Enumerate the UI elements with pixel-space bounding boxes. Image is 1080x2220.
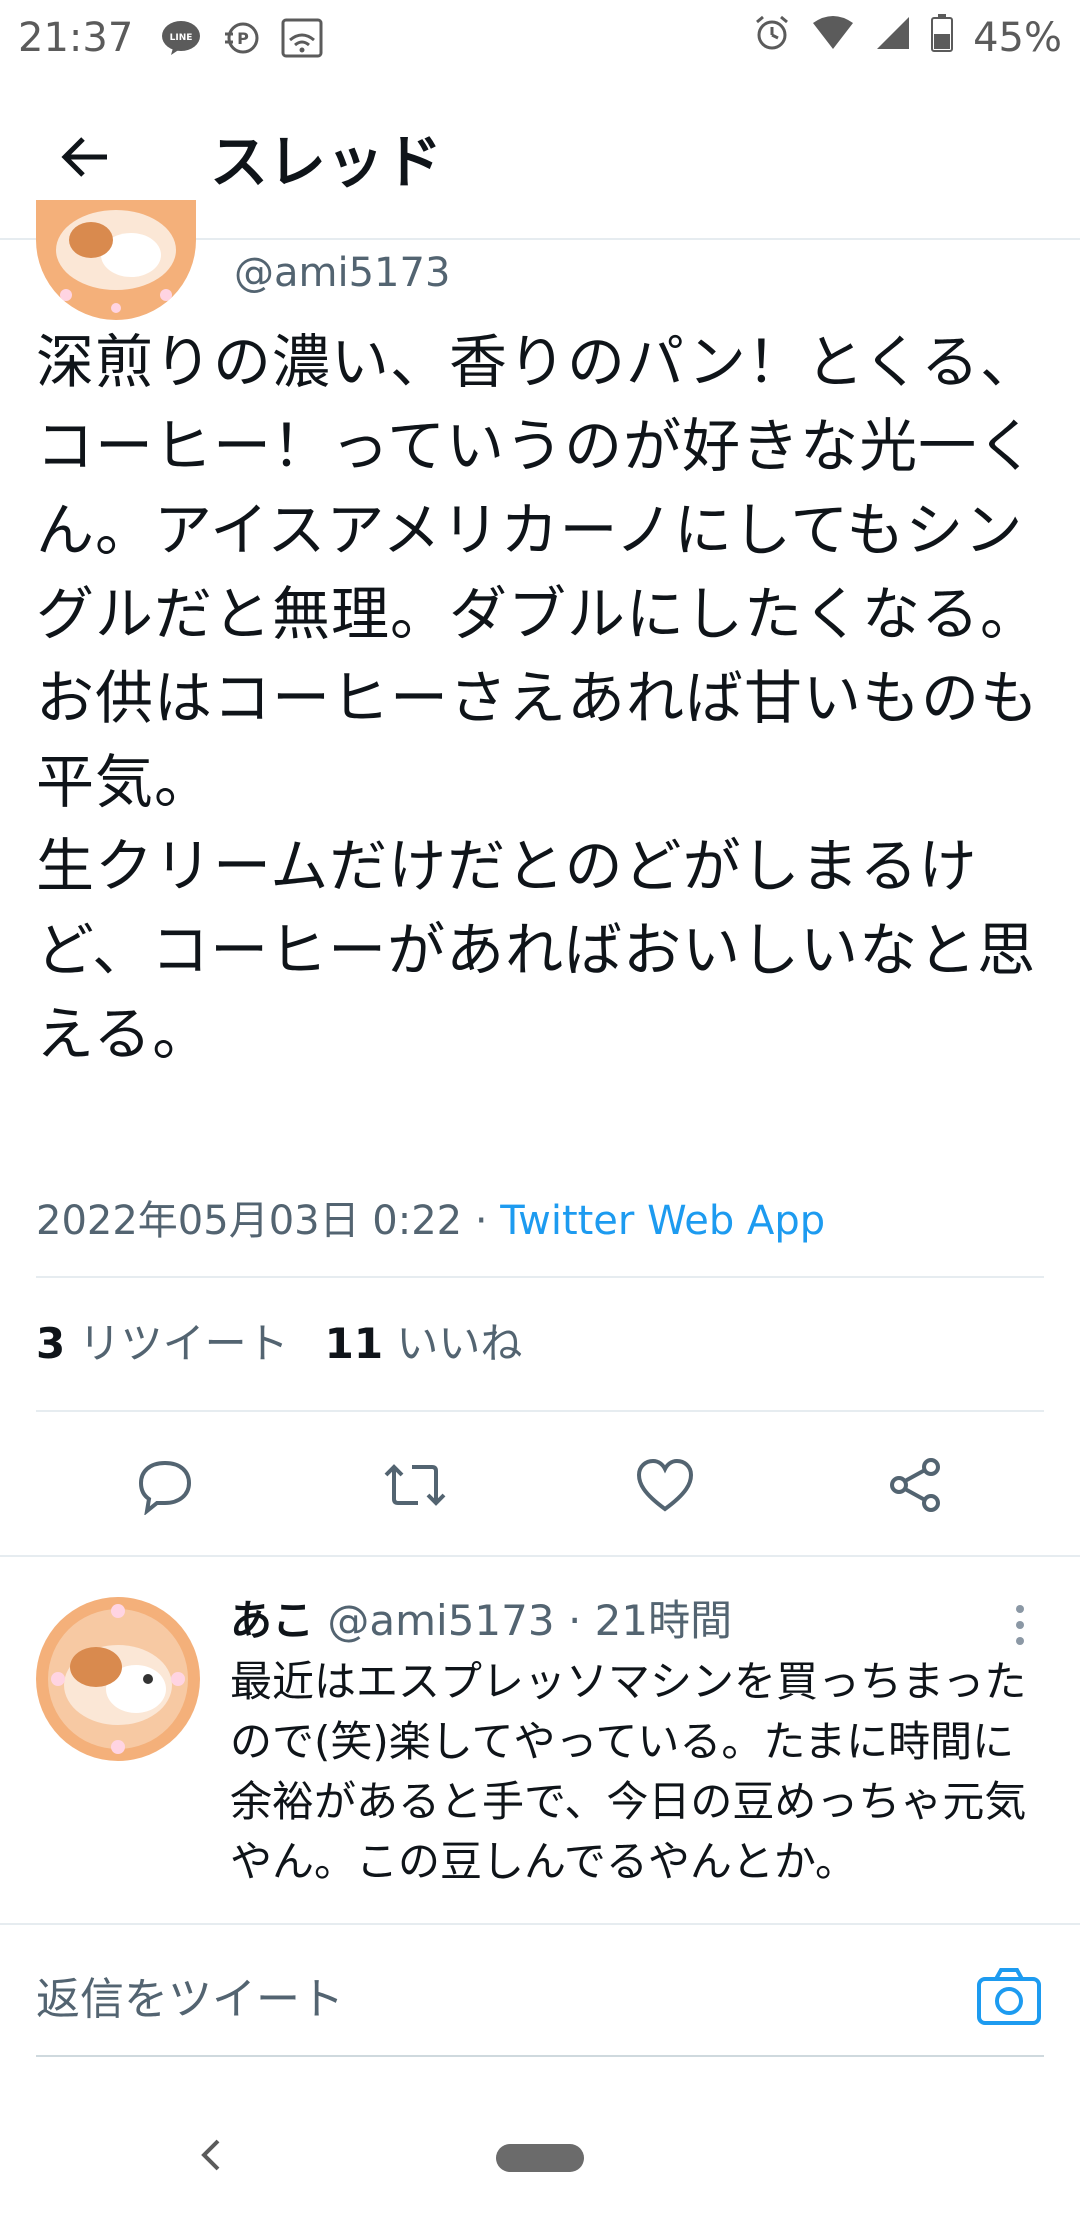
likes-label: いいね bbox=[396, 1319, 523, 1368]
camera-icon bbox=[977, 1968, 1041, 2025]
camera-button[interactable] bbox=[974, 1961, 1044, 2031]
likes-stat[interactable]: 11 いいね bbox=[325, 1310, 523, 1371]
tweet-actions bbox=[0, 1420, 1080, 1550]
vertical-dots-icon bbox=[1016, 1605, 1024, 1645]
svg-text:LINE: LINE bbox=[170, 33, 193, 43]
payment-icon: P bbox=[223, 20, 259, 56]
tweet-text: 深煎りの濃い、香りのパン！とくる、コーヒー！っていうのが好きな光一くん。アイスア… bbox=[36, 328, 1040, 1068]
home-pill[interactable] bbox=[496, 2144, 584, 2172]
retweet-button[interactable] bbox=[375, 1445, 455, 1525]
status-time: 21:37 bbox=[18, 15, 134, 61]
tweet-stats: 3 リツイート 11 いいね bbox=[36, 1310, 522, 1371]
divider bbox=[36, 1276, 1044, 1278]
reply-input[interactable]: 返信をツイート bbox=[36, 1963, 344, 2027]
battery-icon bbox=[931, 14, 954, 62]
divider bbox=[36, 1410, 1044, 1412]
reply-header: あこ @ami5173 · 21時間 bbox=[230, 1587, 732, 1648]
alarm-icon bbox=[753, 14, 791, 62]
arrow-left-icon bbox=[61, 137, 107, 177]
page-title: スレッド bbox=[210, 128, 443, 196]
reply-button[interactable] bbox=[125, 1445, 205, 1525]
status-bar: 21:37 LINE P 45% bbox=[0, 0, 1080, 76]
status-right: 45% bbox=[753, 14, 1062, 62]
line-icon: LINE bbox=[161, 20, 201, 56]
chevron-left-icon bbox=[201, 2139, 220, 2171]
reply-author-name[interactable]: あこ bbox=[230, 1596, 314, 1645]
share-button[interactable] bbox=[875, 1445, 955, 1525]
signal-icon bbox=[875, 15, 911, 61]
meta-separator: · bbox=[474, 1198, 488, 1244]
retweets-label: リツイート bbox=[78, 1319, 289, 1368]
tweet-handle[interactable]: @ami5173 bbox=[234, 250, 450, 296]
likes-count: 11 bbox=[324, 1319, 384, 1368]
retweet-icon bbox=[384, 1464, 446, 1506]
tweet-meta: 2022年05月03日 0:22 · Twitter Web App bbox=[36, 1188, 825, 1246]
reply-separator: · bbox=[567, 1596, 582, 1645]
heart-icon bbox=[636, 1458, 694, 1512]
wifi-icon bbox=[811, 15, 855, 61]
tweet-timestamp: 2022年05月03日 0:22 bbox=[36, 1198, 463, 1244]
reply-icon bbox=[138, 1460, 192, 1515]
more-options-button[interactable] bbox=[1010, 1599, 1030, 1659]
retweets-count: 3 bbox=[36, 1319, 66, 1368]
retweets-stat[interactable]: 3 リツイート bbox=[36, 1310, 289, 1371]
reply-compose-bar[interactable]: 返信をツイート bbox=[0, 1925, 1080, 2065]
compose-underline bbox=[36, 2055, 1044, 2057]
avatar[interactable] bbox=[36, 200, 196, 320]
avatar[interactable] bbox=[36, 1597, 200, 1761]
reply-text: 最近はエスプレッソマシンを買っちまったので(笑)楽してやっている。たまに時間に余… bbox=[230, 1657, 1027, 1886]
svg-text:P: P bbox=[237, 29, 249, 48]
battery-percent: 45% bbox=[973, 15, 1062, 61]
tweet-source-link[interactable]: Twitter Web App bbox=[500, 1198, 825, 1244]
back-button[interactable] bbox=[40, 112, 130, 202]
reply-tweet[interactable]: あこ @ami5173 · 21時間 最近はエスプレッソマシンを買っちまったので… bbox=[0, 1555, 1080, 1925]
system-back-button[interactable] bbox=[190, 2125, 230, 2185]
system-nav-bar bbox=[0, 2080, 1080, 2220]
like-button[interactable] bbox=[625, 1445, 705, 1525]
reply-handle[interactable]: @ami5173 bbox=[327, 1596, 554, 1645]
reply-time: 21時間 bbox=[594, 1596, 733, 1645]
au-wifi-icon bbox=[281, 18, 323, 58]
share-icon bbox=[890, 1458, 940, 1512]
